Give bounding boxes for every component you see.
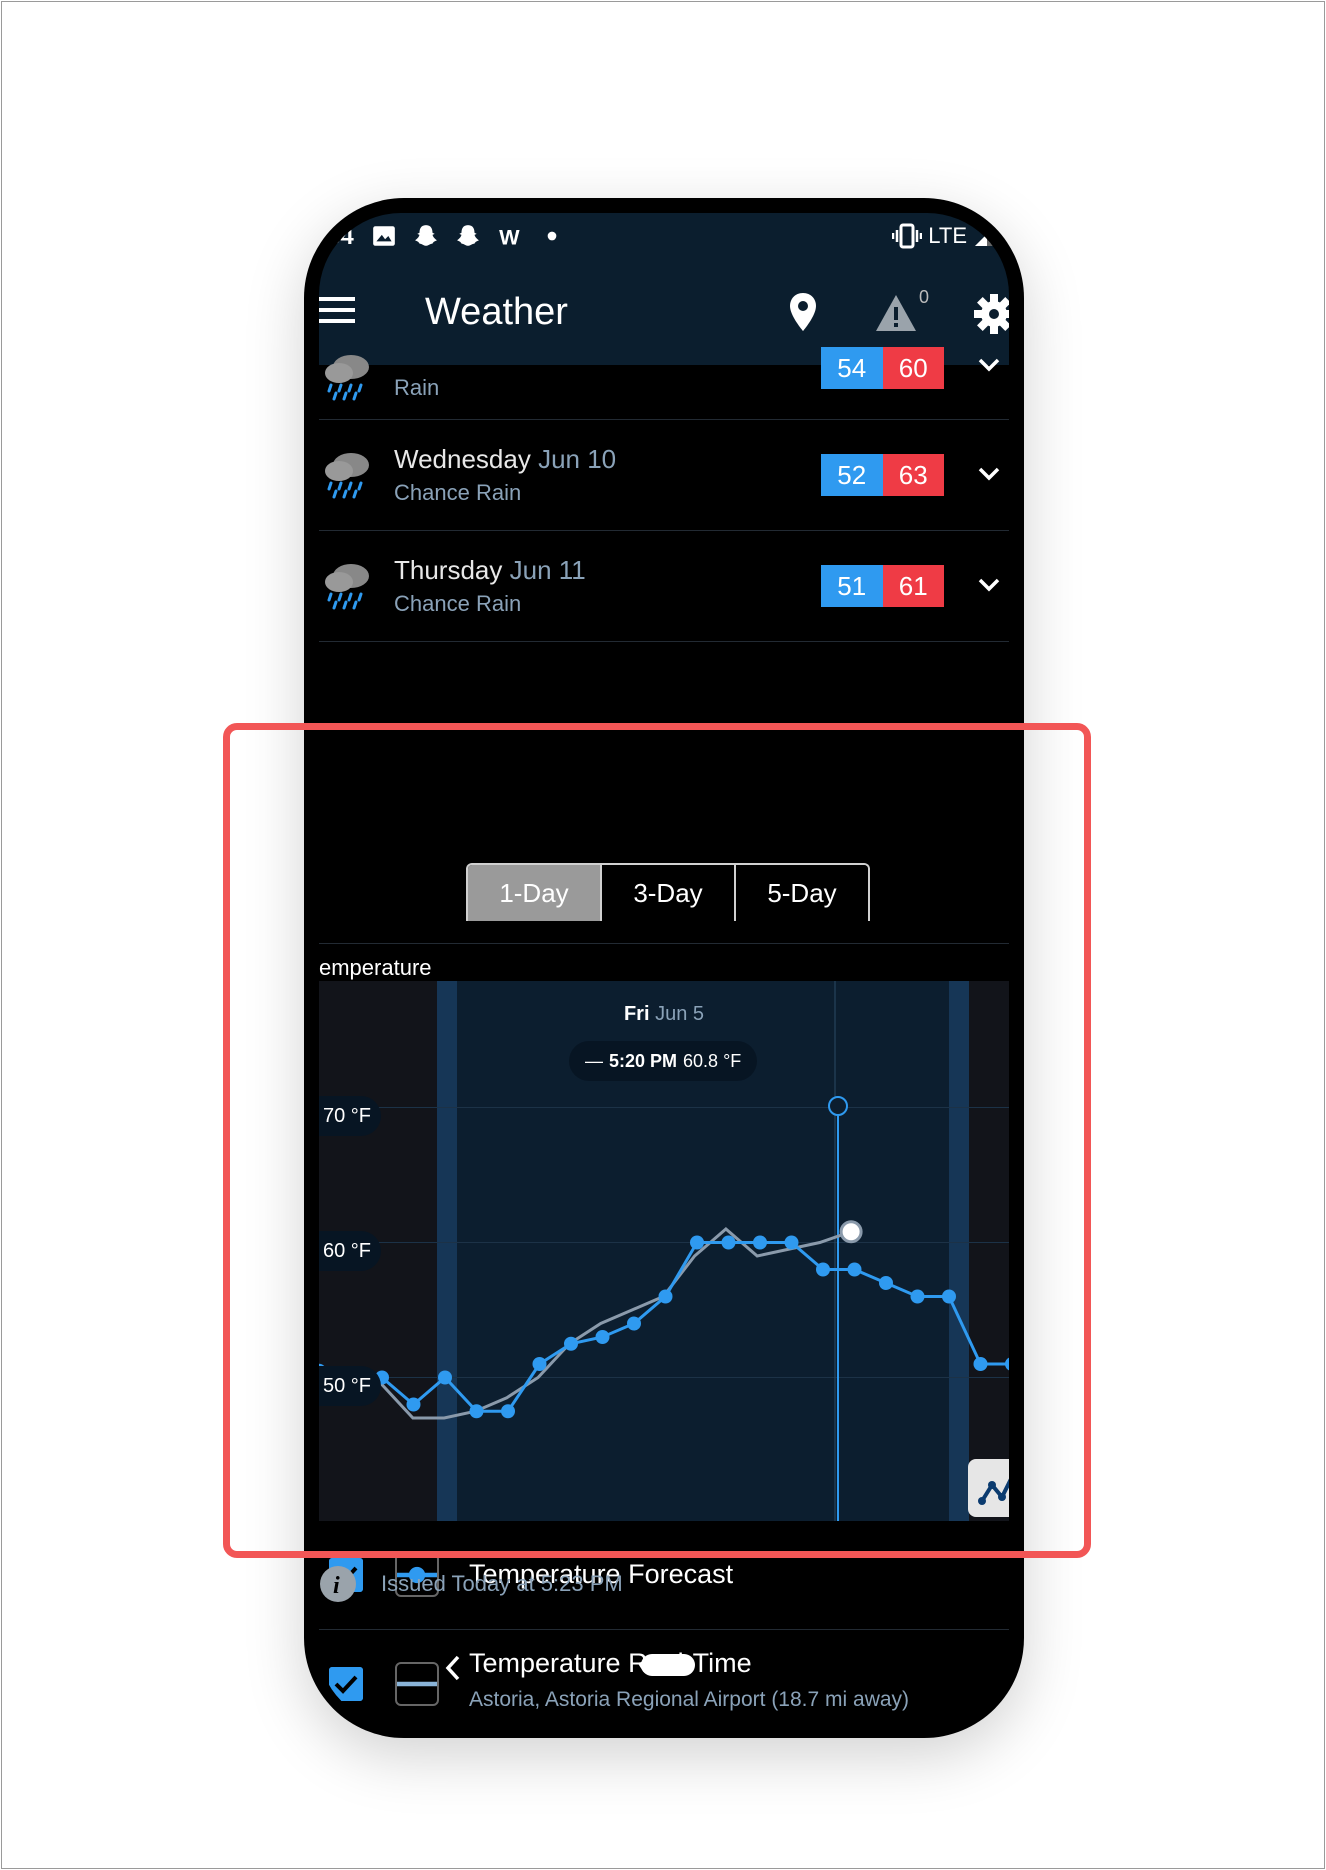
forecast-condition: Chance Rain (394, 480, 522, 505)
svg-text:i: i (333, 1573, 340, 1599)
back-icon[interactable] (441, 1653, 465, 1683)
alert-icon[interactable] (874, 293, 918, 333)
status-bar: :34 W LTE (319, 213, 1009, 265)
issued-text: Issued Today at 5:23 PM (381, 1571, 623, 1596)
temp-low: 51 (821, 565, 883, 607)
w-icon: W (499, 225, 520, 249)
snapchat-icon (415, 225, 437, 246)
temp-high: 60 (882, 347, 944, 389)
status-right: LTE (892, 223, 997, 249)
vibrate-icon (892, 223, 923, 249)
signal-icon (975, 226, 995, 246)
forecast-day: Thursday Jun 11 (394, 555, 586, 586)
legend-row-realtime[interactable]: Temperature Real-Time Astoria, Astoria R… (319, 1630, 1009, 1723)
svg-text:W: W (499, 225, 520, 249)
location-pin-icon[interactable] (787, 291, 819, 333)
day-date: Jun 10 (538, 444, 617, 474)
temp-range: 54 60 (821, 347, 944, 389)
snapchat-icon (457, 225, 479, 246)
gear-icon[interactable] (973, 293, 1009, 335)
status-notification-icons: W (371, 223, 565, 249)
temp-low: 54 (821, 347, 883, 389)
issued-info: i Issued Today at 5:23 PM (319, 1565, 1009, 1609)
day-name: Wednesday (394, 444, 531, 474)
highlight-annotation-box (223, 723, 1091, 1558)
forecast-day: Wednesday Jun 10 (394, 444, 616, 475)
alert-count: 0 (919, 287, 930, 307)
image-icon (373, 226, 395, 246)
forecast-row[interactable]: Wednesday Jun 10 Chance Rain 52 63 (319, 420, 1009, 531)
network-type: LTE (928, 223, 967, 248)
day-name: Thursday (394, 555, 503, 585)
rain-cloud-icon (325, 564, 369, 610)
day-date: Jun 11 (509, 555, 586, 585)
realtime-line-swatch-icon (395, 1662, 439, 1706)
chevron-down-icon[interactable] (977, 573, 1001, 597)
forecast-row[interactable]: Thursday Jun 11 Chance Rain 51 61 (319, 531, 1009, 642)
forecast-condition: Chance Rain (394, 591, 522, 616)
rain-cloud-icon (325, 453, 369, 499)
status-time: :34 (319, 223, 354, 250)
dot-icon (547, 231, 557, 241)
home-button[interactable] (641, 1654, 695, 1676)
temp-high: 61 (882, 565, 944, 607)
temp-low: 52 (821, 454, 883, 496)
temp-range: 52 63 (821, 454, 944, 496)
chevron-down-icon[interactable] (977, 462, 1001, 486)
forecast-condition: Rain (394, 375, 440, 400)
rain-cloud-icon (325, 355, 369, 401)
temp-range: 51 61 (821, 565, 944, 607)
menu-icon[interactable] (319, 293, 359, 327)
app-title: Weather (425, 291, 568, 333)
info-icon[interactable]: i (319, 1565, 357, 1603)
forecast-row[interactable]: Rain 54 60 (319, 347, 1009, 420)
legend-station: Astoria, Astoria Regional Airport (18.7 … (469, 1688, 910, 1711)
chevron-down-icon[interactable] (977, 353, 1001, 377)
checkbox-checked-icon[interactable] (329, 1667, 363, 1701)
temp-high: 63 (882, 454, 944, 496)
legend-label: Temperature Real-Time (469, 1648, 752, 1678)
